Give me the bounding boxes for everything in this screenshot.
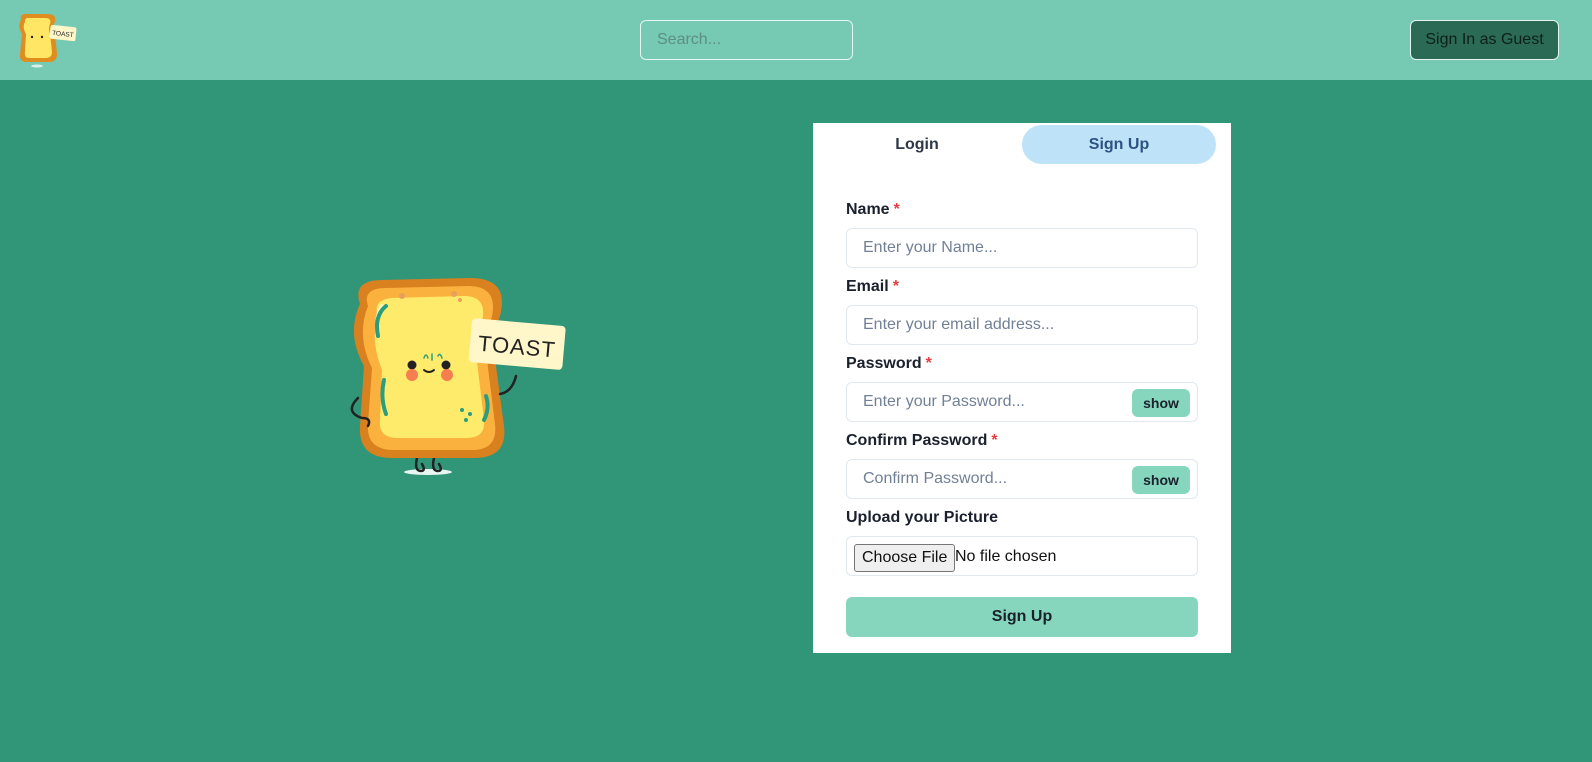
password-required-mark: * <box>925 355 932 372</box>
email-field <box>846 305 1198 345</box>
password-label: Password * <box>846 355 932 373</box>
tab-login[interactable]: Login <box>821 125 1013 164</box>
top-bar: TOAST Sign In as Guest <box>0 0 1592 80</box>
password-field: show <box>846 382 1198 422</box>
search-input[interactable] <box>640 20 853 60</box>
email-label-text: Email <box>846 278 889 295</box>
toast-logo-icon[interactable]: TOAST <box>15 12 81 68</box>
choose-file-button[interactable]: Choose File <box>854 544 956 572</box>
email-input[interactable] <box>847 306 1197 344</box>
name-input[interactable] <box>847 229 1197 267</box>
password-label-text: Password <box>846 355 922 372</box>
confirm-password-label-text: Confirm Password <box>846 432 988 449</box>
confirm-password-show-button[interactable]: show <box>1132 466 1190 494</box>
sign-up-submit-button[interactable]: Sign Up <box>846 597 1198 637</box>
name-label-text: Name <box>846 201 890 218</box>
name-label: Name * <box>846 201 900 219</box>
name-field <box>846 228 1198 268</box>
email-required-mark: * <box>892 278 899 295</box>
confirm-password-label: Confirm Password * <box>846 432 998 450</box>
password-show-button[interactable]: show <box>1132 389 1190 417</box>
tab-sign-up[interactable]: Sign Up <box>1022 125 1216 164</box>
confirm-password-field: show <box>846 459 1198 499</box>
email-label: Email * <box>846 278 899 296</box>
toast-mascot-illustration: TOAST <box>350 278 566 475</box>
upload-picture-field: Choose File No file chosen <box>846 536 1198 576</box>
sign-in-as-guest-button[interactable]: Sign In as Guest <box>1410 20 1559 60</box>
name-required-mark: * <box>893 201 900 218</box>
upload-picture-label: Upload your Picture <box>846 509 999 526</box>
confirm-password-required-mark: * <box>991 432 998 449</box>
file-status-text: No file chosen <box>955 548 1057 565</box>
auth-card: Login Sign Up Name* Email* Password* sho… <box>813 123 1231 653</box>
